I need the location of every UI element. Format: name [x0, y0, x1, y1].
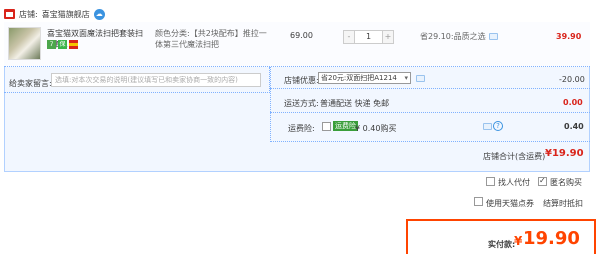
promo-text: 省29.10:品质之选	[420, 32, 486, 41]
shop-discount-label: 店铺优惠:	[284, 76, 319, 85]
quantity-stepper: - 1 +	[343, 30, 394, 44]
discount-amount: -20.00	[559, 75, 585, 84]
store-header: 店铺: 喜宝猫旗舰店 ☁	[4, 6, 105, 22]
unit-price: 69.00	[290, 31, 313, 40]
insurance-label: 运费险:	[288, 124, 315, 133]
store-total-label: 店铺合计(含运费)	[483, 152, 546, 161]
quantity-plus-button[interactable]: +	[382, 30, 394, 44]
flag-icon[interactable]	[69, 40, 78, 49]
pay-label: 实付款:	[488, 240, 516, 249]
shipping-method: 普通配送 快递 免邮	[320, 99, 390, 108]
proxy-pay-checkbox[interactable]	[486, 177, 495, 186]
message-icon[interactable]	[416, 75, 425, 82]
tmall-points-label[interactable]: 使用天猫点券	[486, 198, 534, 209]
proxy-pay-label[interactable]: 找人代付	[498, 177, 530, 188]
message-icon[interactable]	[483, 123, 492, 130]
product-thumbnail[interactable]	[8, 27, 41, 60]
pay-amount: 19.90	[523, 228, 580, 249]
insurance-price: ¥ 0.40购买	[355, 124, 397, 133]
guarantee-icon[interactable]: 保	[58, 40, 67, 49]
item-badges: 7 保	[47, 40, 78, 49]
shop-discount-select[interactable]: 省20元:双面扫把A1214	[318, 72, 411, 84]
message-label: 给卖家留言:	[9, 79, 52, 88]
store-total-value: ¥19.90	[545, 148, 584, 159]
anonymous-checkbox[interactable]	[538, 176, 547, 186]
seven-day-return-icon[interactable]: 7	[47, 40, 56, 49]
fee-row-divider	[270, 113, 590, 142]
item-promo: 省29.10:品质之选	[420, 31, 498, 42]
store-icon	[4, 9, 15, 19]
installment-deduct-text: 结算时抵扣	[543, 199, 583, 208]
store-label: 店铺:	[19, 9, 38, 19]
item-total: 39.90	[556, 32, 582, 41]
help-icon[interactable]: ?	[493, 121, 503, 131]
message-input[interactable]: 选填:对本次交易的说明(建议填写已和卖家协商一致的内容)	[51, 73, 261, 87]
store-name-link[interactable]: 喜宝猫旗舰店	[42, 9, 90, 20]
shipping-label: 运送方式:	[284, 99, 319, 108]
quantity-minus-button[interactable]: -	[343, 30, 355, 44]
shipping-amount: 0.00	[563, 98, 583, 107]
pay-currency: ¥	[514, 234, 523, 248]
insurance-amount: 0.40	[564, 122, 584, 131]
item-sku: 颜色分类:【共2块配布】推拉一体第三代魔法扫把	[155, 29, 267, 49]
anonymous-label[interactable]: 匿名购买	[550, 177, 582, 188]
message-icon[interactable]	[488, 33, 498, 40]
quantity-input[interactable]: 1	[355, 30, 382, 44]
insurance-checkbox[interactable]	[322, 122, 331, 131]
chat-bubble-icon[interactable]: ☁	[93, 8, 105, 20]
tmall-points-checkbox[interactable]	[474, 197, 483, 206]
